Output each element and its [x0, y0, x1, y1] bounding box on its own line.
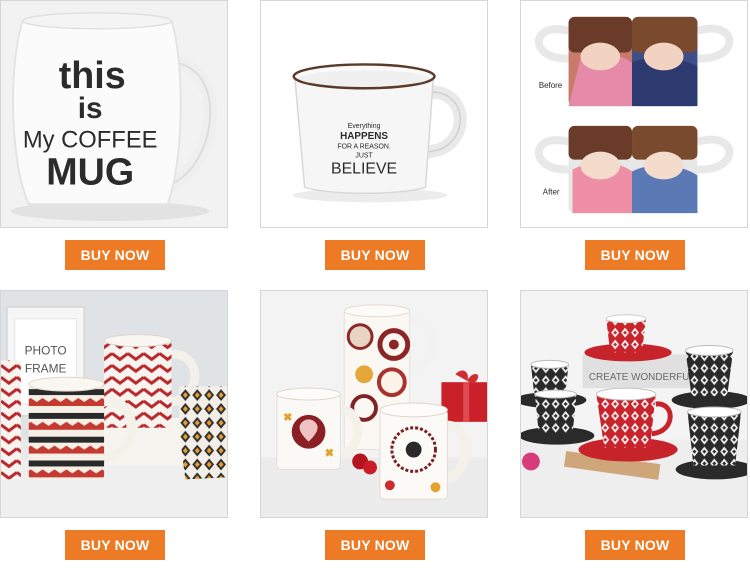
- floral-mugs-illustration: [261, 291, 487, 517]
- buy-now-button-3[interactable]: BUY NOW: [585, 240, 685, 270]
- product-image-coffee-mug[interactable]: this is My COFFEE MUG: [0, 0, 228, 228]
- geometric-mugs-illustration: PHOTO FRAME: [1, 291, 227, 517]
- product-image-cup-saucer-set[interactable]: CREATE WONDERFUL: [520, 290, 748, 518]
- frame-text-line-1: PHOTO: [25, 343, 67, 357]
- after-label: After: [543, 187, 560, 196]
- believe-print-line-3: FOR A REASON.: [337, 144, 391, 151]
- believe-print-line-4: JUST: [355, 153, 373, 160]
- cup-saucer-set-illustration: CREATE WONDERFUL: [521, 291, 747, 517]
- mug-print-line-2: is: [78, 92, 103, 125]
- believe-print-line-5: BELIEVE: [331, 160, 397, 177]
- buy-now-button-6[interactable]: BUY NOW: [585, 530, 685, 560]
- believe-print-line-2: HAPPENS: [340, 131, 388, 142]
- buy-now-button-5[interactable]: BUY NOW: [325, 530, 425, 560]
- mug-print-line-1: this: [59, 54, 126, 96]
- before-label: Before: [539, 81, 563, 90]
- buy-now-button-1[interactable]: BUY NOW: [65, 240, 165, 270]
- box-text: CREATE WONDERFUL: [589, 372, 696, 383]
- product-image-floral-mugs[interactable]: [260, 290, 488, 518]
- buy-now-button-2[interactable]: BUY NOW: [325, 240, 425, 270]
- believe-mug-illustration: Everything HAPPENS FOR A REASON. JUST BE…: [261, 1, 487, 227]
- coffee-mug-illustration: this is My COFFEE MUG: [1, 1, 227, 227]
- mug-print-line-4: MUG: [46, 150, 134, 192]
- product-image-color-changing-mugs[interactable]: Before After: [520, 0, 748, 228]
- believe-print-line-1: Everything: [348, 123, 381, 130]
- product-image-geometric-mugs[interactable]: PHOTO FRAME: [0, 290, 228, 518]
- buy-now-button-4[interactable]: BUY NOW: [65, 530, 165, 560]
- product-image-believe-mug[interactable]: Everything HAPPENS FOR A REASON. JUST BE…: [260, 0, 488, 228]
- frame-text-line-2: FRAME: [25, 361, 67, 375]
- color-changing-mugs-illustration: Before After: [521, 1, 747, 227]
